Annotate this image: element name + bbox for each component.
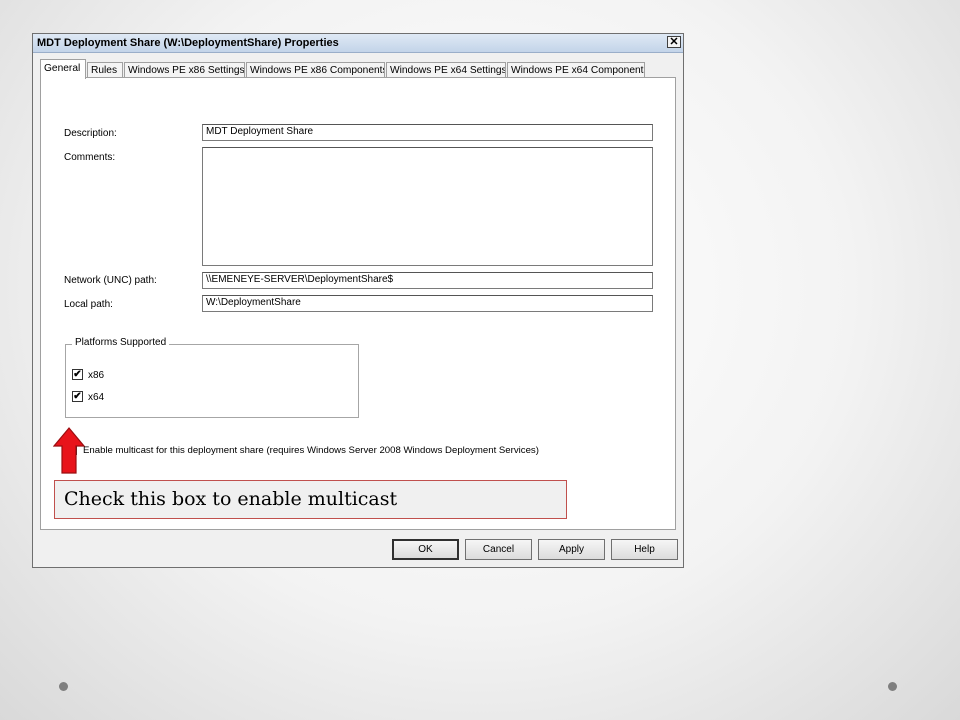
description-label: Description: (64, 128, 117, 139)
tab-rules[interactable]: Rules (87, 62, 123, 78)
tab-winpe-x64-settings[interactable]: Windows PE x64 Settings (386, 62, 506, 78)
local-path-label: Local path: (64, 299, 113, 310)
description-input[interactable]: MDT Deployment Share (202, 124, 653, 141)
comments-label: Comments: (64, 152, 116, 163)
x64-label: x64 (88, 392, 105, 403)
x86-checkbox[interactable]: ✔ (72, 369, 83, 380)
comments-textarea[interactable] (202, 147, 653, 266)
title-bar[interactable]: MDT Deployment Share (W:\DeploymentShare… (33, 34, 683, 53)
general-tab-panel: Description: MDT Deployment Share Commen… (40, 77, 676, 530)
platforms-groupbox: Platforms Supported ✔ x86 ✔ x64 (65, 337, 359, 418)
ok-button[interactable]: OK (392, 539, 459, 560)
slide-bullet-right (888, 682, 897, 691)
callout-box: Check this box to enable multicast (54, 480, 567, 519)
arrow-shape (53, 427, 85, 474)
window-title: MDT Deployment Share (W:\DeploymentShare… (37, 37, 339, 49)
check-icon: ✔ (73, 369, 82, 380)
platforms-title: Platforms Supported (72, 337, 170, 348)
tab-winpe-x86-settings[interactable]: Windows PE x86 Settings (124, 62, 245, 78)
network-path-label: Network (UNC) path: (64, 275, 157, 286)
x64-checkbox[interactable]: ✔ (72, 391, 83, 402)
multicast-label: Enable multicast for this deployment sha… (83, 445, 539, 456)
close-button[interactable]: ✕ (667, 36, 681, 48)
x86-label: x86 (88, 370, 105, 381)
close-icon: ✕ (669, 36, 679, 48)
apply-button[interactable]: Apply (538, 539, 605, 560)
tab-winpe-x86-components[interactable]: Windows PE x86 Components (246, 62, 385, 78)
tab-general[interactable]: General (40, 59, 86, 79)
slide-bullet-left (59, 682, 68, 691)
local-path-input[interactable]: W:\DeploymentShare (202, 295, 653, 312)
cancel-button[interactable]: Cancel (465, 539, 532, 560)
check-icon: ✔ (73, 391, 82, 402)
red-up-arrow-icon (53, 427, 85, 474)
tab-winpe-x64-components[interactable]: Windows PE x64 Components (507, 62, 645, 78)
network-path-input[interactable]: \\EMENEYE-SERVER\DeploymentShare$ (202, 272, 653, 289)
help-button[interactable]: Help (611, 539, 678, 560)
callout-text: Check this box to enable multicast (64, 488, 398, 510)
